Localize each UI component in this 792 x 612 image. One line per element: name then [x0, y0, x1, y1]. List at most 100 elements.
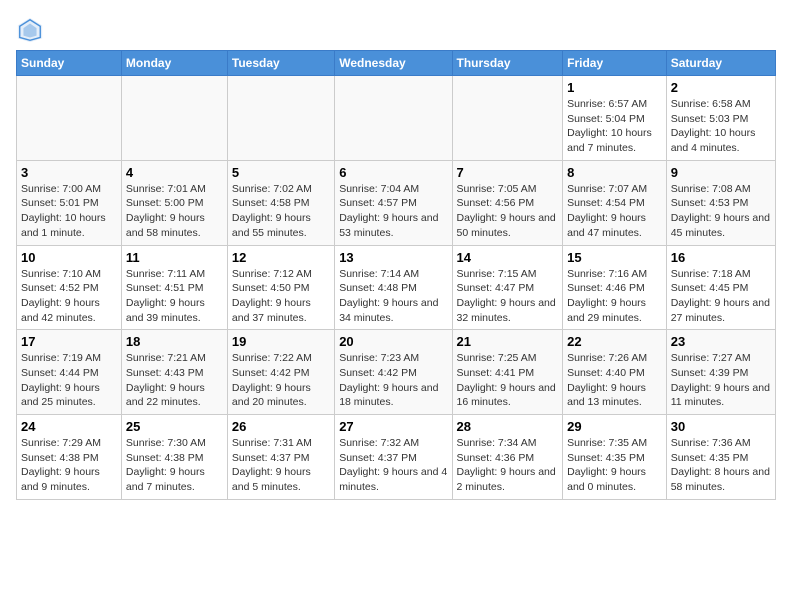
day-info: Sunrise: 7:22 AMSunset: 4:42 PMDaylight:… — [232, 351, 330, 410]
day-number: 11 — [126, 250, 223, 265]
day-info: Sunrise: 7:26 AMSunset: 4:40 PMDaylight:… — [567, 351, 662, 410]
day-number: 23 — [671, 334, 771, 349]
calendar-cell: 25 Sunrise: 7:30 AMSunset: 4:38 PMDayligh… — [121, 415, 227, 500]
day-number: 15 — [567, 250, 662, 265]
calendar-cell: 3 Sunrise: 7:00 AMSunset: 5:01 PMDaylight… — [17, 160, 122, 245]
calendar-cell: 26 Sunrise: 7:31 AMSunset: 4:37 PMDayligh… — [227, 415, 334, 500]
day-number: 22 — [567, 334, 662, 349]
day-number: 4 — [126, 165, 223, 180]
day-number: 8 — [567, 165, 662, 180]
day-number: 24 — [21, 419, 117, 434]
day-info: Sunrise: 7:02 AMSunset: 4:58 PMDaylight:… — [232, 182, 330, 241]
column-header-wednesday: Wednesday — [335, 51, 452, 76]
column-header-saturday: Saturday — [666, 51, 775, 76]
calendar-cell — [121, 76, 227, 161]
calendar-cell: 13 Sunrise: 7:14 AMSunset: 4:48 PMDayligh… — [335, 245, 452, 330]
day-number: 14 — [457, 250, 559, 265]
day-info: Sunrise: 7:04 AMSunset: 4:57 PMDaylight:… — [339, 182, 447, 241]
calendar-cell: 17 Sunrise: 7:19 AMSunset: 4:44 PMDayligh… — [17, 330, 122, 415]
day-number: 13 — [339, 250, 447, 265]
calendar-cell: 2 Sunrise: 6:58 AMSunset: 5:03 PMDaylight… — [666, 76, 775, 161]
column-header-sunday: Sunday — [17, 51, 122, 76]
day-number: 21 — [457, 334, 559, 349]
calendar-cell: 24 Sunrise: 7:29 AMSunset: 4:38 PMDayligh… — [17, 415, 122, 500]
day-info: Sunrise: 7:36 AMSunset: 4:35 PMDaylight:… — [671, 436, 771, 495]
column-header-thursday: Thursday — [452, 51, 563, 76]
day-number: 17 — [21, 334, 117, 349]
calendar-cell: 28 Sunrise: 7:34 AMSunset: 4:36 PMDayligh… — [452, 415, 563, 500]
logo — [16, 16, 46, 44]
day-number: 25 — [126, 419, 223, 434]
day-info: Sunrise: 7:11 AMSunset: 4:51 PMDaylight:… — [126, 267, 223, 326]
day-number: 30 — [671, 419, 771, 434]
calendar-cell: 9 Sunrise: 7:08 AMSunset: 4:53 PMDaylight… — [666, 160, 775, 245]
calendar-cell: 30 Sunrise: 7:36 AMSunset: 4:35 PMDayligh… — [666, 415, 775, 500]
day-info: Sunrise: 7:27 AMSunset: 4:39 PMDaylight:… — [671, 351, 771, 410]
calendar-cell: 16 Sunrise: 7:18 AMSunset: 4:45 PMDayligh… — [666, 245, 775, 330]
day-number: 9 — [671, 165, 771, 180]
day-number: 7 — [457, 165, 559, 180]
calendar-cell: 29 Sunrise: 7:35 AMSunset: 4:35 PMDayligh… — [563, 415, 667, 500]
calendar-cell: 18 Sunrise: 7:21 AMSunset: 4:43 PMDayligh… — [121, 330, 227, 415]
day-info: Sunrise: 7:19 AMSunset: 4:44 PMDaylight:… — [21, 351, 117, 410]
day-number: 5 — [232, 165, 330, 180]
day-number: 6 — [339, 165, 447, 180]
calendar-cell: 11 Sunrise: 7:11 AMSunset: 4:51 PMDayligh… — [121, 245, 227, 330]
day-number: 1 — [567, 80, 662, 95]
day-info: Sunrise: 7:00 AMSunset: 5:01 PMDaylight:… — [21, 182, 117, 241]
calendar-cell: 14 Sunrise: 7:15 AMSunset: 4:47 PMDayligh… — [452, 245, 563, 330]
day-number: 20 — [339, 334, 447, 349]
day-number: 12 — [232, 250, 330, 265]
day-info: Sunrise: 7:10 AMSunset: 4:52 PMDaylight:… — [21, 267, 117, 326]
day-info: Sunrise: 7:34 AMSunset: 4:36 PMDaylight:… — [457, 436, 559, 495]
day-info: Sunrise: 7:23 AMSunset: 4:42 PMDaylight:… — [339, 351, 447, 410]
calendar-cell: 6 Sunrise: 7:04 AMSunset: 4:57 PMDaylight… — [335, 160, 452, 245]
day-number: 3 — [21, 165, 117, 180]
day-info: Sunrise: 7:30 AMSunset: 4:38 PMDaylight:… — [126, 436, 223, 495]
day-info: Sunrise: 7:08 AMSunset: 4:53 PMDaylight:… — [671, 182, 771, 241]
day-info: Sunrise: 7:31 AMSunset: 4:37 PMDaylight:… — [232, 436, 330, 495]
calendar-cell: 23 Sunrise: 7:27 AMSunset: 4:39 PMDayligh… — [666, 330, 775, 415]
day-number: 19 — [232, 334, 330, 349]
day-number: 2 — [671, 80, 771, 95]
day-info: Sunrise: 7:29 AMSunset: 4:38 PMDaylight:… — [21, 436, 117, 495]
day-info: Sunrise: 7:25 AMSunset: 4:41 PMDaylight:… — [457, 351, 559, 410]
day-info: Sunrise: 7:15 AMSunset: 4:47 PMDaylight:… — [457, 267, 559, 326]
day-info: Sunrise: 7:16 AMSunset: 4:46 PMDaylight:… — [567, 267, 662, 326]
calendar-cell: 1 Sunrise: 6:57 AMSunset: 5:04 PMDaylight… — [563, 76, 667, 161]
day-info: Sunrise: 7:32 AMSunset: 4:37 PMDaylight:… — [339, 436, 447, 495]
day-info: Sunrise: 7:21 AMSunset: 4:43 PMDaylight:… — [126, 351, 223, 410]
day-info: Sunrise: 7:07 AMSunset: 4:54 PMDaylight:… — [567, 182, 662, 241]
day-info: Sunrise: 7:14 AMSunset: 4:48 PMDaylight:… — [339, 267, 447, 326]
calendar-cell — [227, 76, 334, 161]
day-info: Sunrise: 6:58 AMSunset: 5:03 PMDaylight:… — [671, 97, 771, 156]
day-info: Sunrise: 7:18 AMSunset: 4:45 PMDaylight:… — [671, 267, 771, 326]
day-info: Sunrise: 6:57 AMSunset: 5:04 PMDaylight:… — [567, 97, 662, 156]
day-number: 28 — [457, 419, 559, 434]
column-header-tuesday: Tuesday — [227, 51, 334, 76]
day-number: 16 — [671, 250, 771, 265]
column-header-friday: Friday — [563, 51, 667, 76]
day-info: Sunrise: 7:12 AMSunset: 4:50 PMDaylight:… — [232, 267, 330, 326]
calendar-cell: 10 Sunrise: 7:10 AMSunset: 4:52 PMDayligh… — [17, 245, 122, 330]
day-info: Sunrise: 7:01 AMSunset: 5:00 PMDaylight:… — [126, 182, 223, 241]
column-header-monday: Monday — [121, 51, 227, 76]
calendar-cell: 27 Sunrise: 7:32 AMSunset: 4:37 PMDayligh… — [335, 415, 452, 500]
day-info: Sunrise: 7:05 AMSunset: 4:56 PMDaylight:… — [457, 182, 559, 241]
calendar-cell: 20 Sunrise: 7:23 AMSunset: 4:42 PMDayligh… — [335, 330, 452, 415]
calendar-cell: 5 Sunrise: 7:02 AMSunset: 4:58 PMDaylight… — [227, 160, 334, 245]
calendar-cell: 7 Sunrise: 7:05 AMSunset: 4:56 PMDaylight… — [452, 160, 563, 245]
day-number: 29 — [567, 419, 662, 434]
calendar-cell: 22 Sunrise: 7:26 AMSunset: 4:40 PMDayligh… — [563, 330, 667, 415]
day-number: 10 — [21, 250, 117, 265]
calendar-cell — [335, 76, 452, 161]
calendar-cell: 12 Sunrise: 7:12 AMSunset: 4:50 PMDayligh… — [227, 245, 334, 330]
calendar-cell — [17, 76, 122, 161]
calendar-cell: 19 Sunrise: 7:22 AMSunset: 4:42 PMDayligh… — [227, 330, 334, 415]
calendar-cell: 15 Sunrise: 7:16 AMSunset: 4:46 PMDayligh… — [563, 245, 667, 330]
day-info: Sunrise: 7:35 AMSunset: 4:35 PMDaylight:… — [567, 436, 662, 495]
day-number: 27 — [339, 419, 447, 434]
day-number: 26 — [232, 419, 330, 434]
day-number: 18 — [126, 334, 223, 349]
calendar-cell: 4 Sunrise: 7:01 AMSunset: 5:00 PMDaylight… — [121, 160, 227, 245]
